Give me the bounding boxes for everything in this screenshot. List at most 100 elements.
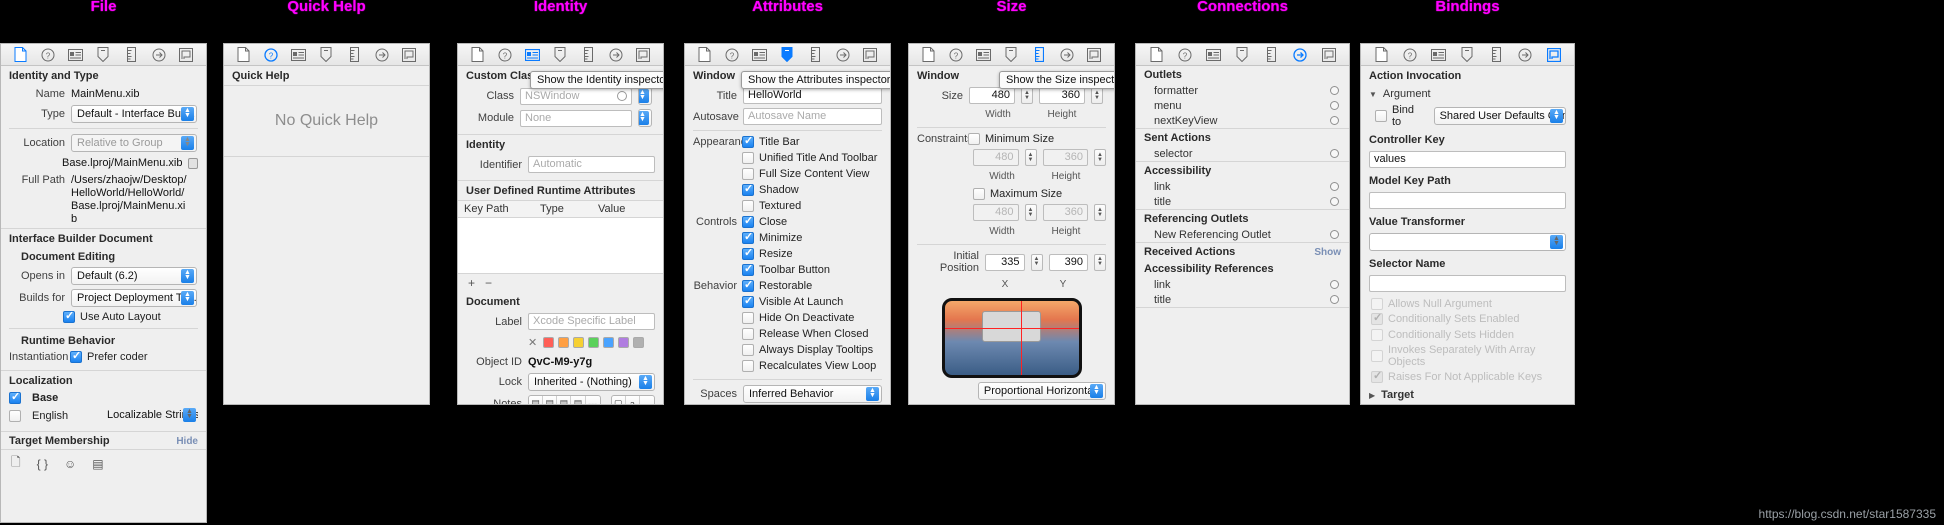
behavior-visible-at-launch-checkbox[interactable] xyxy=(742,295,754,308)
size-width-stepper[interactable]: ▲ ▼ xyxy=(1021,87,1033,104)
swatch-red[interactable] xyxy=(543,337,555,348)
behavior-restorable-checkbox[interactable] xyxy=(742,279,754,292)
localization-base-checkbox[interactable] xyxy=(9,391,21,404)
attributes-behavior-row-3[interactable]: Release When Closed xyxy=(685,326,890,342)
swatch-blue[interactable] xyxy=(603,337,615,348)
align-right-icon[interactable]: ▤ xyxy=(557,396,572,404)
file-type-popup[interactable]: Default - Interface Build... ▲ ▼ xyxy=(71,105,197,123)
size-icon[interactable] xyxy=(1030,47,1049,63)
bindings-icon[interactable] xyxy=(400,47,419,63)
attributes-icon[interactable] xyxy=(551,47,570,63)
file-builds-for-popup[interactable]: Project Deployment Tar... ▲ ▼ xyxy=(71,289,197,307)
add-icon[interactable]: + xyxy=(468,276,475,290)
controls-minimize-checkbox[interactable] xyxy=(742,231,754,244)
max-width-stepper[interactable]: ▲ ▼ xyxy=(1024,204,1037,221)
swatch-gray[interactable] xyxy=(633,337,645,348)
attributes-behavior-row-4[interactable]: Always Display Tooltips xyxy=(685,342,890,358)
connection-dot-icon[interactable] xyxy=(1330,295,1339,304)
max-height-stepper[interactable]: ▲ ▼ xyxy=(1094,204,1106,221)
layout-icon[interactable]: ▤ xyxy=(92,457,103,471)
appearance-title-bar-checkbox[interactable] xyxy=(742,135,754,148)
bindings-icon[interactable] xyxy=(1544,47,1563,63)
attributes-icon[interactable] xyxy=(1002,47,1021,63)
size-maximum-row[interactable]: Maximum Size xyxy=(909,186,1114,202)
more-icon[interactable]: … xyxy=(640,396,654,405)
size-icon[interactable] xyxy=(1487,47,1506,63)
initial-x-field[interactable]: 335 xyxy=(985,253,1025,271)
identity-icon[interactable] xyxy=(1204,47,1223,63)
inspector-toolbar[interactable]: ? xyxy=(909,44,1114,66)
controls-resize-checkbox[interactable] xyxy=(742,247,754,260)
identity-icon[interactable] xyxy=(1429,47,1448,63)
behavior-recalculates-view-loop-checkbox[interactable] xyxy=(742,360,754,372)
folder-icon[interactable] xyxy=(188,157,198,169)
bindings-icon[interactable] xyxy=(861,47,880,63)
file-icon[interactable] xyxy=(695,47,714,63)
swatch-orange[interactable] xyxy=(558,337,570,348)
appearance-shadow-checkbox[interactable] xyxy=(742,183,754,196)
max-width-field[interactable]: 480 xyxy=(973,204,1019,221)
attributes-icon[interactable] xyxy=(1458,47,1477,63)
identity-module-popup[interactable]: ▲ ▼ xyxy=(638,109,652,127)
prefer-coder-checkbox[interactable] xyxy=(70,350,82,363)
connections-icon[interactable] xyxy=(372,47,391,63)
file-auto-layout-row[interactable]: Use Auto Layout xyxy=(1,309,206,325)
attributes-behavior-row-5[interactable]: Recalculates View Loop xyxy=(685,358,890,374)
color-well-icon[interactable]: ▢ xyxy=(612,396,626,404)
bindings-option-row-2[interactable]: Conditionally Sets Hidden xyxy=(1361,327,1574,343)
connection-dot-icon[interactable] xyxy=(1330,149,1339,158)
quick-help-icon[interactable]: ? xyxy=(1401,47,1420,63)
bindings-option-row-1[interactable]: Conditionally Sets Enabled xyxy=(1361,311,1574,327)
size-icon[interactable] xyxy=(345,47,364,63)
min-width-field[interactable]: 480 xyxy=(973,149,1019,166)
swatch-purple[interactable] xyxy=(618,337,630,348)
identity-icon[interactable] xyxy=(523,47,542,63)
controls-toolbar-button-checkbox[interactable] xyxy=(742,263,754,276)
size-minimum-row[interactable]: Constraints Minimum Size xyxy=(909,131,1114,147)
connection-dot-icon[interactable] xyxy=(1330,116,1339,125)
bindings-icon[interactable] xyxy=(1319,47,1338,63)
attributes-icon[interactable] xyxy=(317,47,336,63)
bindings-option-row-4[interactable]: Raises For Not Applicable Keys xyxy=(1361,369,1574,385)
align-center-icon[interactable]: ▤ xyxy=(543,396,558,404)
identity-icon[interactable] xyxy=(974,47,993,63)
attributes-behavior-row-0[interactable]: Behavior Restorable xyxy=(685,278,890,294)
accessibility-ref-row-title[interactable]: title xyxy=(1136,292,1349,307)
connections-icon[interactable] xyxy=(606,47,625,63)
controller-key-field[interactable]: values xyxy=(1369,151,1566,168)
class-circle-icon[interactable] xyxy=(617,91,627,101)
attributes-icon[interactable] xyxy=(778,47,797,63)
attributes-appearance-row-1[interactable]: Unified Title And Toolbar xyxy=(685,150,890,166)
identity-module-field[interactable]: None xyxy=(520,109,632,127)
connection-dot-icon[interactable] xyxy=(1330,280,1339,289)
size-width-field[interactable]: 480 xyxy=(969,87,1015,104)
file-icon[interactable] xyxy=(1147,47,1166,63)
quick-help-icon[interactable]: ? xyxy=(262,47,281,63)
size-icon[interactable] xyxy=(806,47,825,63)
identity-icon[interactable] xyxy=(289,47,308,63)
behavior-always-display-tooltips-checkbox[interactable] xyxy=(742,344,754,356)
inspector-toolbar[interactable]: ? xyxy=(458,44,663,66)
minimum-size-checkbox[interactable] xyxy=(968,133,980,145)
size-height-field[interactable]: 360 xyxy=(1039,87,1085,104)
attributes-controls-row-1[interactable]: Minimize xyxy=(685,230,890,246)
bindings-option-row-3[interactable]: Invokes Separately With Array Objects xyxy=(1361,343,1574,369)
file-bottom-toolbar[interactable]: 🗋 { } ☺ ▤ xyxy=(1,449,206,477)
quick-help-icon[interactable]: ? xyxy=(1176,47,1195,63)
connections-icon[interactable] xyxy=(833,47,852,63)
connections-icon[interactable] xyxy=(1515,47,1534,63)
value-transformer-popup[interactable]: ▲ ▼ xyxy=(1369,233,1566,251)
align-left-icon[interactable]: ▤ xyxy=(529,396,544,404)
proportional-horizontal-popup[interactable]: Proportional Horizontal ▲ ▼ xyxy=(977,382,1106,400)
attributes-appearance-row-0[interactable]: Appearance Title Bar xyxy=(685,134,890,150)
connection-dot-icon[interactable] xyxy=(1330,86,1339,95)
quick-help-icon[interactable]: ? xyxy=(39,47,58,63)
file-loc-english-row[interactable]: English Localizable Strings ▲ ▼ xyxy=(1,406,206,426)
model-key-path-field[interactable] xyxy=(1369,192,1566,209)
bindings-icon[interactable] xyxy=(634,47,653,63)
identity-label-field[interactable]: Xcode Specific Label xyxy=(528,313,655,330)
sent-action-row-selector[interactable]: selector xyxy=(1136,146,1349,161)
attributes-icon[interactable] xyxy=(94,47,113,63)
disclosure-triangle-icon[interactable]: ▼ xyxy=(1369,90,1377,99)
accessibility-row-link[interactable]: link xyxy=(1136,179,1349,194)
